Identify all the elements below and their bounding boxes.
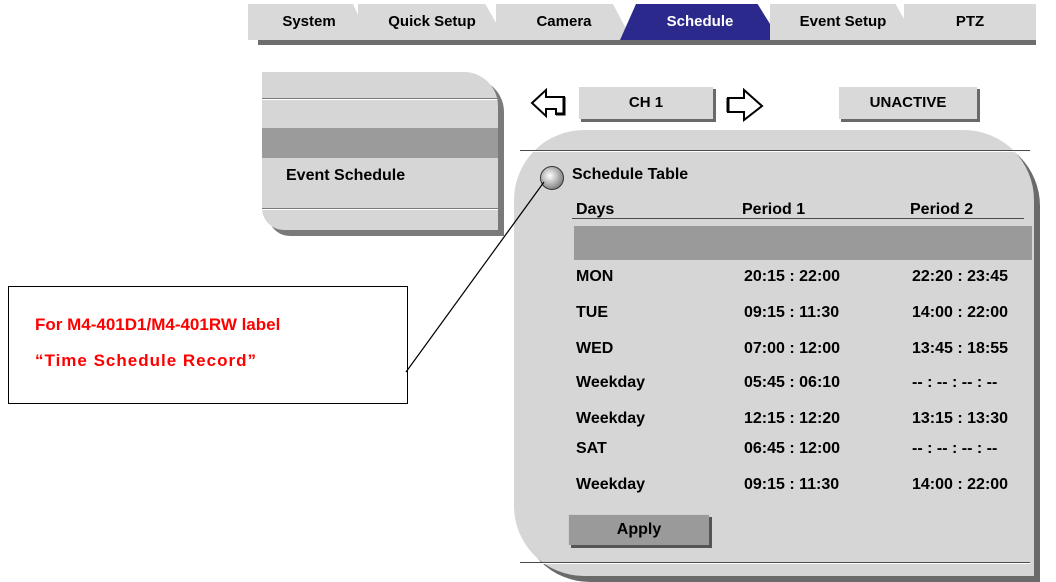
row-period-1[interactable]: 09:15 : 11:30 (744, 476, 839, 494)
row-period-1[interactable]: 06:45 : 12:00 (744, 440, 840, 458)
unactive-button[interactable]: UNACTIVE (838, 86, 977, 119)
apply-label: Apply (616, 521, 662, 538)
row-period-1[interactable]: 12:15 : 12:20 (744, 410, 840, 428)
schedule-table-title: Schedule Table (572, 166, 689, 183)
header-period-2: Period 2 (910, 201, 974, 218)
tab-system[interactable]: System (248, 4, 370, 40)
header-period-1: Period 1 (742, 201, 806, 218)
tab-label: Quick Setup (388, 13, 476, 30)
row-day: Weekday (576, 374, 646, 391)
row-day: Weekday (576, 476, 646, 493)
tab-label: Event Setup (799, 13, 887, 30)
row-period-1[interactable]: 09:15 : 11:30 (744, 304, 839, 322)
tab-label: Schedule (666, 13, 734, 30)
tab-label: System (282, 13, 336, 30)
callout-line-1: For M4-401D1/M4-401RW label (35, 315, 281, 334)
row-day: WED (576, 340, 614, 357)
menu-item-1[interactable] (262, 100, 498, 127)
tab-ptz[interactable]: PTZ (904, 4, 1036, 40)
arrow-right-icon[interactable] (724, 86, 764, 122)
header-days: Days (576, 201, 615, 218)
row-period-2[interactable]: 22:20 : 23:45 (912, 268, 1008, 286)
side-menu: Event Schedule (262, 72, 498, 230)
row-day: MON (576, 268, 614, 285)
tab-camera[interactable]: Camera (496, 4, 632, 40)
tab-bar-shadow (258, 40, 1036, 45)
row-day: Weekday (576, 410, 646, 427)
callout-line-2: “Time Schedule Record” (35, 351, 257, 370)
row-period-2[interactable]: 14:00 : 22:00 (912, 304, 1008, 322)
menu-item-selected[interactable] (262, 128, 498, 158)
annotation-callout: For M4-401D1/M4-401RW label “Time Schedu… (8, 286, 408, 404)
table-row-selected[interactable] (574, 226, 1032, 260)
row-day: TUE (576, 304, 608, 321)
tab-event-setup[interactable]: Event Setup (770, 4, 916, 40)
row-period-2[interactable]: -- : -- : -- : -- (912, 374, 997, 392)
row-period-2[interactable]: 13:15 : 13:30 (912, 410, 1008, 428)
row-period-2[interactable]: -- : -- : -- : -- (912, 440, 997, 458)
row-period-1[interactable]: 05:45 : 06:10 (744, 374, 840, 392)
tab-bar: System Quick Setup Camera Schedule Event… (0, 0, 1056, 50)
channel-label: CH 1 (628, 94, 664, 111)
row-period-2[interactable]: 14:00 : 22:00 (912, 476, 1008, 494)
menu-item-label: Event Schedule (286, 167, 406, 184)
row-day: SAT (576, 440, 607, 457)
tab-label: PTZ (955, 13, 985, 30)
schedule-table-radio[interactable] (540, 166, 564, 190)
menu-item-event-schedule[interactable]: Event Schedule (262, 158, 498, 206)
tab-quick-setup[interactable]: Quick Setup (358, 4, 506, 40)
row-period-1[interactable]: 07:00 : 12:00 (744, 340, 840, 358)
panel-bottom-line-highlight (520, 563, 1030, 564)
row-period-1[interactable]: 20:15 : 22:00 (744, 268, 840, 286)
arrow-left-icon[interactable] (530, 86, 566, 120)
tab-schedule[interactable]: Schedule (620, 4, 780, 40)
row-period-2[interactable]: 13:45 : 18:55 (912, 340, 1008, 358)
tab-label: Camera (536, 13, 592, 30)
header-underline (572, 218, 1024, 219)
unactive-label: UNACTIVE (869, 94, 947, 111)
channel-button[interactable]: CH 1 (578, 86, 713, 119)
apply-button[interactable]: Apply (568, 514, 709, 545)
panel-top-line-highlight (520, 151, 1030, 152)
menu-divider (262, 209, 498, 210)
